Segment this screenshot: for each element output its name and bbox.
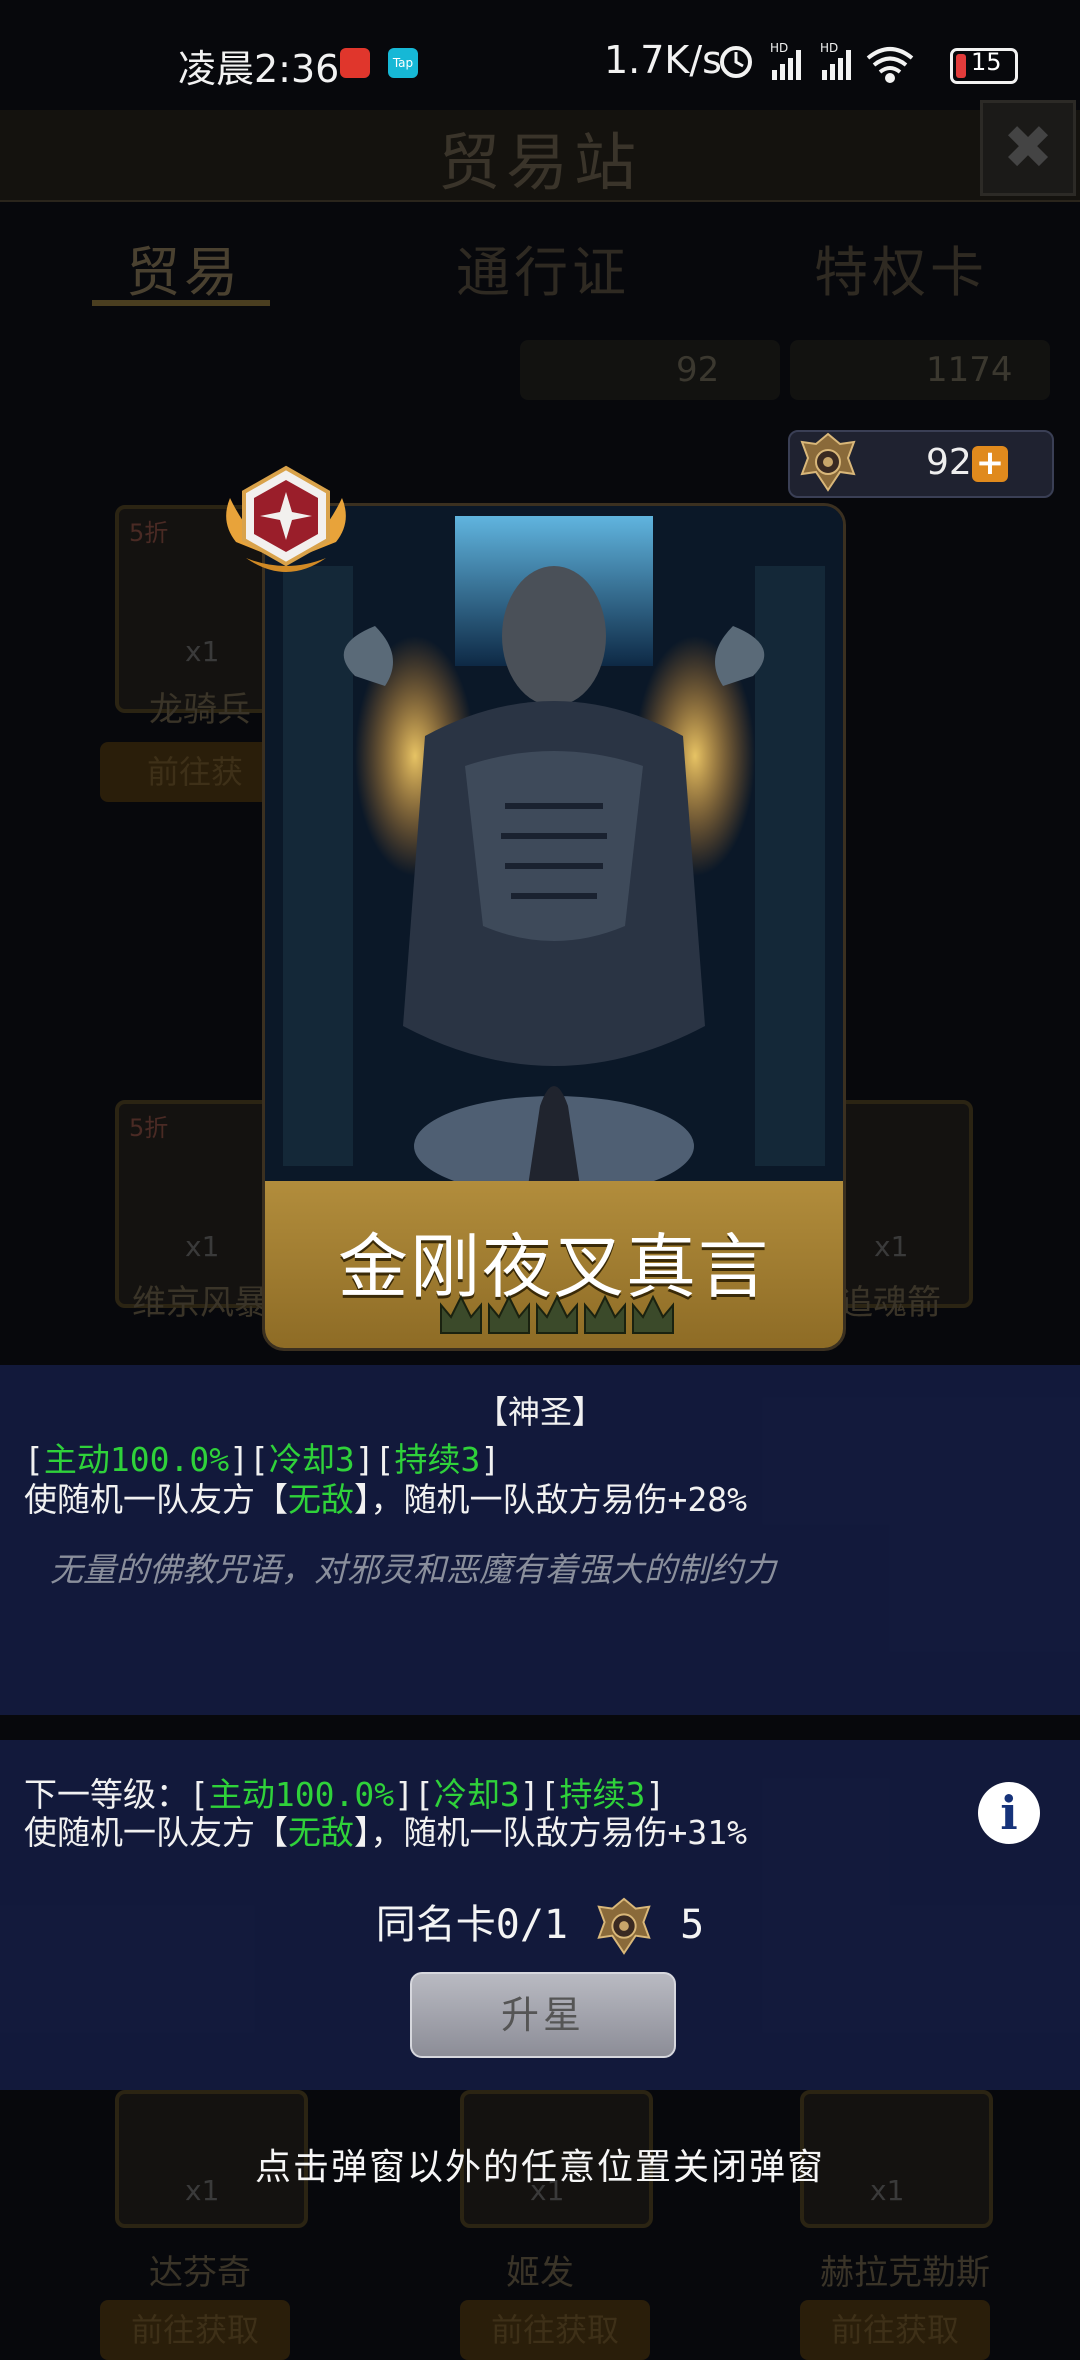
info-button[interactable]: i <box>978 1782 1040 1844</box>
tab-privilege[interactable]: 特权卡 <box>814 228 988 307</box>
bg-item-name: 赫拉克勒斯 <box>820 2253 990 2293</box>
currency-display: 92 + <box>788 430 1054 498</box>
tab-indicator <box>92 300 270 306</box>
currency-value: 92 <box>926 442 972 483</box>
add-currency-button[interactable]: + <box>972 446 1008 482</box>
card-name-bar: 金刚夜叉真言 <box>265 1181 843 1348</box>
tab-pass[interactable]: 通行证 <box>456 228 630 307</box>
crest-emblem-icon <box>800 432 856 492</box>
tab-trade[interactable]: 贸易 <box>126 228 242 307</box>
invincible-keyword: 无敌 <box>288 1480 354 1519</box>
bg-currency-b: 1174 <box>790 340 1050 400</box>
close-hint: 点击弹窗以外的任意位置关闭弹窗 <box>254 2147 825 2188</box>
crest-emblem-icon <box>597 1897 651 1955</box>
card-artwork <box>265 506 843 1186</box>
skill-effect-next: 使随机一队友方【无敌】，随机一队敌方易伤+31% <box>24 1813 747 1852</box>
bg-item-button[interactable]: 前往获取 <box>460 2300 650 2360</box>
upgrade-cost: 5 <box>680 1902 705 1948</box>
holy-category-badge-icon <box>226 465 346 572</box>
duplicate-card-count: 同名卡0/1 5 <box>0 1892 1080 1959</box>
info-icon: i <box>1000 1786 1018 1840</box>
bg-currency-a: 92 <box>520 340 780 400</box>
upgrade-star-button[interactable]: 升星 <box>410 1972 676 2058</box>
skill-flavor-text: 无量的佛教咒语，对邪灵和恶魔有着强大的制约力 <box>50 1550 776 1589</box>
close-button[interactable]: ✖ <box>980 100 1076 196</box>
skill-card: 金刚夜叉真言 <box>262 503 846 1351</box>
star-rating-crowns-icon <box>440 1294 674 1334</box>
skill-category: 【神圣】 <box>475 1393 604 1431</box>
upgrade-panel: 下一等级：[主动100.0%][冷却3][持续3] 使随机一队友方【无敌】，随机… <box>0 1740 1080 2090</box>
bg-item-button[interactable]: 前往获取 <box>800 2300 990 2360</box>
skill-effect-current: 使随机一队友方【无敌】，随机一队敌方易伤+28% <box>24 1480 747 1519</box>
page-title: 贸易站 <box>437 126 642 199</box>
bg-item-name: 姬发 <box>506 2253 574 2293</box>
skill-info-panel: 【神圣】 [主动100.0%][冷却3][持续3] 使随机一队友方【无敌】，随机… <box>0 1365 1080 1715</box>
bg-item-button[interactable]: 前往获取 <box>100 2300 290 2360</box>
bg-item-name: 达芬奇 <box>149 2253 251 2293</box>
